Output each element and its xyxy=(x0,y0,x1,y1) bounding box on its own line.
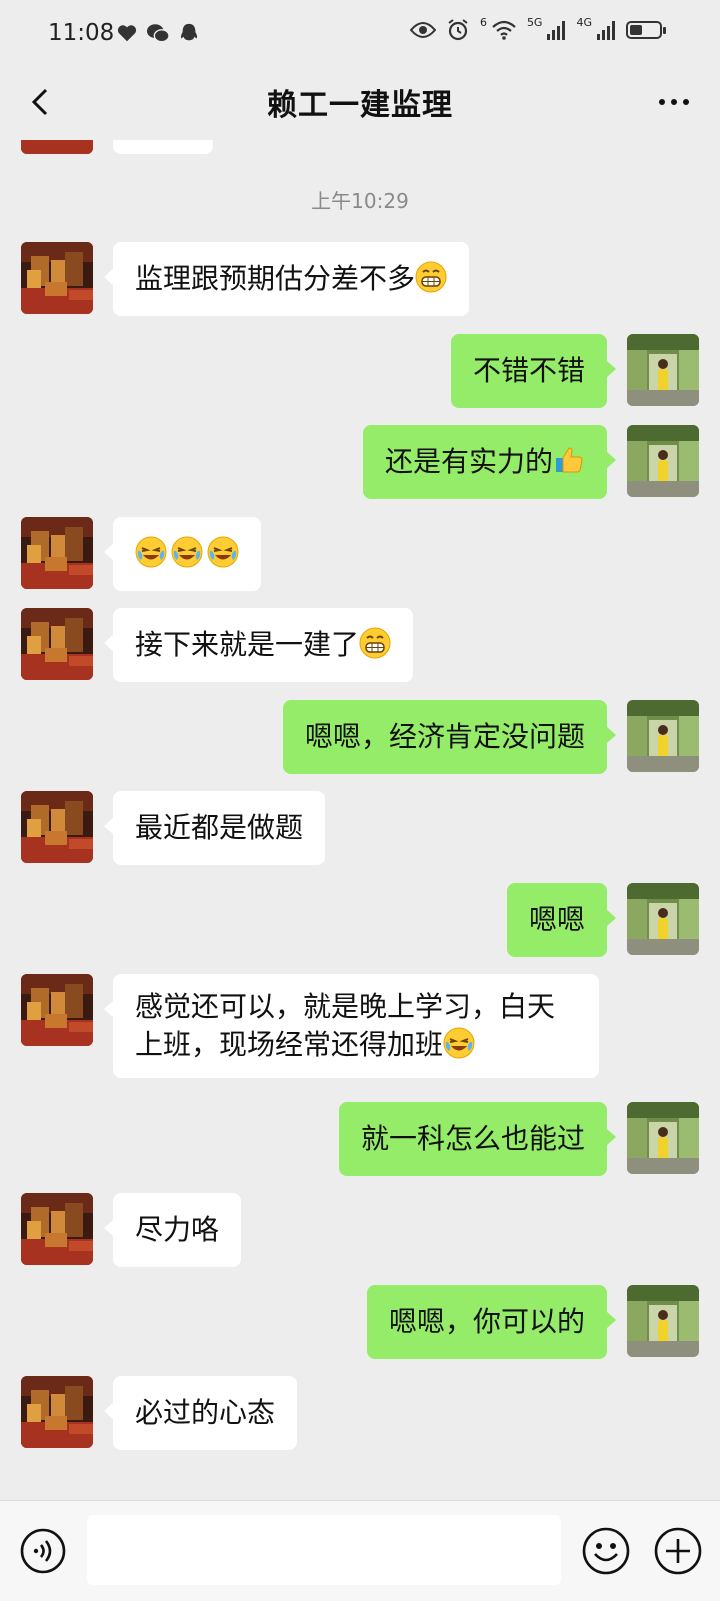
network-4g-label: 4G xyxy=(576,15,592,29)
message-bubble[interactable]: 监理跟预期估分差不多 xyxy=(103,242,470,316)
message-text: 接下来就是一建了 xyxy=(135,628,360,661)
status-system-icons: 6 5G 4G xyxy=(409,15,666,42)
contact-avatar[interactable] xyxy=(21,242,93,314)
battery-icon xyxy=(626,21,666,39)
more-options-icon[interactable] xyxy=(652,80,696,124)
contact-avatar[interactable] xyxy=(21,791,93,863)
contact-avatar[interactable] xyxy=(21,517,93,589)
heart-icon xyxy=(117,25,137,42)
status-notification-icons xyxy=(116,22,200,44)
message-bubble[interactable]: 还是有实力的 xyxy=(362,425,617,499)
my-avatar[interactable] xyxy=(627,1102,699,1174)
message-bubble[interactable]: 嗯嗯，你可以的 xyxy=(366,1285,617,1359)
my-avatar[interactable] xyxy=(627,334,699,406)
message-bubble[interactable]: 感觉还可以，就是晚上学习，白天 上班，现场经常还得加班 xyxy=(104,974,599,1078)
emoji-icon[interactable] xyxy=(580,1525,632,1577)
message-bubble[interactable]: 就一科怎么也能过 xyxy=(338,1102,617,1176)
contact-avatar[interactable] xyxy=(21,140,93,154)
laugh-cry-emoji-icon xyxy=(135,536,167,568)
message-text: 就一科怎么也能过 xyxy=(360,1122,585,1155)
contact-avatar[interactable] xyxy=(21,1193,93,1265)
wifi-icon xyxy=(492,20,516,40)
signal-icon xyxy=(597,21,615,40)
message-bubble[interactable]: 必过的心态 xyxy=(103,1376,298,1450)
message-bubble[interactable]: 不错不错 xyxy=(450,334,617,408)
status-bar: 11:08 6 5G 4G xyxy=(0,0,720,66)
alarm-icon xyxy=(448,19,468,41)
eye-icon xyxy=(409,22,436,38)
network-5g-label: 5G xyxy=(526,15,543,29)
contact-avatar[interactable] xyxy=(21,608,93,680)
message-bubble[interactable]: 最近都是做题 xyxy=(103,791,326,865)
message-input[interactable] xyxy=(87,1515,561,1585)
my-avatar[interactable] xyxy=(627,883,699,955)
message-text: 最近都是做题 xyxy=(135,811,304,844)
message-bubble[interactable]: 接下来就是一建了 xyxy=(103,608,414,682)
message-bubble[interactable] xyxy=(104,517,261,591)
qq-icon xyxy=(180,23,198,41)
message-bubble[interactable]: 嗯嗯 xyxy=(506,883,617,957)
signal-icon xyxy=(547,21,566,40)
chat-header: 赖工一建监理 xyxy=(0,66,720,140)
my-avatar[interactable] xyxy=(627,425,699,497)
chat-title: 赖工一建监理 xyxy=(267,88,453,123)
voice-input-icon[interactable] xyxy=(19,1527,67,1575)
thumbs-up-emoji-icon xyxy=(553,444,585,476)
contact-avatar[interactable] xyxy=(21,974,93,1046)
my-avatar[interactable] xyxy=(627,700,699,772)
message-input-bar xyxy=(0,1500,720,1601)
plus-icon[interactable] xyxy=(652,1525,704,1577)
message-bubble[interactable]: 嗯嗯，经济肯定没问题 xyxy=(282,700,617,774)
laugh-cry-emoji-icon xyxy=(207,536,239,568)
message-text: 嗯嗯，经济肯定没问题 xyxy=(304,720,585,753)
message-bubble[interactable] xyxy=(113,140,213,154)
message-text: 嗯嗯，你可以的 xyxy=(388,1305,585,1338)
message-text-line-2: 上班，现场经常还得加班 xyxy=(135,1028,444,1061)
message-text: 不错不错 xyxy=(472,354,585,387)
wechat-icon xyxy=(147,24,170,43)
message-timestamp: 上午10:29 xyxy=(311,189,409,213)
wifi-label: 6 xyxy=(479,15,487,29)
message-text: 还是有实力的 xyxy=(384,445,553,478)
laugh-cry-emoji-icon xyxy=(443,1027,475,1059)
message-text: 监理跟预期估分差不多 xyxy=(135,262,416,295)
message-bubble[interactable]: 尽力咯 xyxy=(103,1193,242,1267)
message-text: 嗯嗯 xyxy=(528,903,585,936)
status-time: 11:08 xyxy=(48,20,115,46)
message-text-line-1: 感觉还可以，就是晚上学习，白天 xyxy=(135,990,556,1023)
message-text: 尽力咯 xyxy=(135,1213,220,1246)
message-text: 必过的心态 xyxy=(135,1396,276,1429)
laugh-cry-emoji-icon xyxy=(171,536,203,568)
chat-message-list[interactable]: 上午10:29 监理跟预期估分差不多 不错不错 还是有实力的 接下来就是一建了 … xyxy=(0,140,720,1500)
contact-avatar[interactable] xyxy=(21,1376,93,1448)
my-avatar[interactable] xyxy=(627,1285,699,1357)
grin-emoji-icon xyxy=(359,627,391,659)
grin-emoji-icon xyxy=(415,261,447,293)
